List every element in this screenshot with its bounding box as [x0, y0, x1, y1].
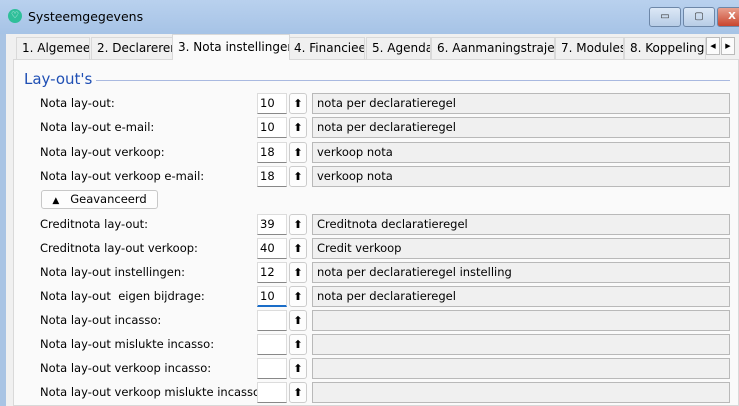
- field-label: Nota lay-out verkoop:: [40, 145, 165, 159]
- lookup-button[interactable]: ⬆: [289, 382, 307, 403]
- field-label: Nota lay-out verkoop mislukte incasso:: [40, 385, 264, 399]
- tab-agenda[interactable]: 5. Agenda: [366, 37, 431, 59]
- layout-description-field: [312, 310, 730, 331]
- layout-row: Nota lay-out verkoop mislukte incasso: ⬆: [0, 382, 739, 404]
- field-label: Nota lay-out instellingen:: [40, 265, 186, 279]
- advanced-toggle-button[interactable]: ▲ Geavanceerd: [41, 190, 158, 209]
- layout-description-field: verkoop nota: [312, 166, 730, 187]
- tab-bar: 1. Algemeen 2. Declareren 3. Nota instel…: [13, 34, 739, 60]
- lookup-button[interactable]: ⬆: [289, 93, 307, 114]
- field-label: Creditnota lay-out verkoop:: [40, 241, 198, 255]
- layout-number-input[interactable]: 10: [257, 286, 287, 307]
- lookup-button[interactable]: ⬆: [289, 238, 307, 259]
- close-button[interactable]: X: [717, 7, 739, 27]
- arrow-up-icon: ⬆: [293, 218, 303, 231]
- layout-number-input[interactable]: [257, 334, 287, 355]
- lookup-button[interactable]: ⬆: [289, 286, 307, 307]
- tab-aanmaningstraject[interactable]: 6. Aanmaningstraject: [431, 37, 555, 59]
- arrow-up-icon: ⬆: [293, 266, 303, 279]
- field-label: Nota lay-out e-mail:: [40, 120, 155, 134]
- layout-row: Nota lay-out verkoop e-mail: 18 ⬆ verkoo…: [0, 166, 739, 188]
- tab-scroll-left-button[interactable]: ◀: [706, 37, 720, 55]
- arrow-up-icon: ⬆: [293, 338, 303, 351]
- arrow-up-icon: ⬆: [293, 386, 303, 399]
- layout-number-input[interactable]: [257, 382, 287, 403]
- tab-algemeen[interactable]: 1. Algemeen: [16, 37, 90, 59]
- field-label: Nota lay-out:: [40, 96, 115, 110]
- layout-number-input[interactable]: [257, 358, 287, 379]
- layout-number-input[interactable]: 12: [257, 262, 287, 283]
- field-label: Nota lay-out eigen bijdrage:: [40, 289, 205, 303]
- layout-row: Creditnota lay-out: 39 ⬆ Creditnota decl…: [0, 214, 739, 236]
- layout-description-field: [312, 358, 730, 379]
- field-label: Creditnota lay-out:: [40, 217, 149, 231]
- layout-row: Nota lay-out instellingen: 12 ⬆ nota per…: [0, 262, 739, 284]
- tab-koppelingen[interactable]: 8. Koppelingen: [624, 37, 706, 59]
- section-divider: [96, 80, 730, 81]
- layout-description-field: nota per declaratieregel: [312, 286, 730, 307]
- layout-row: Nota lay-out e-mail: 10 ⬆ nota per decla…: [0, 117, 739, 139]
- lookup-button[interactable]: ⬆: [289, 166, 307, 187]
- tab-nota-instellingen[interactable]: 3. Nota instellingen: [172, 34, 290, 60]
- lookup-button[interactable]: ⬆: [289, 334, 307, 355]
- layout-description-field: nota per declaratieregel instelling: [312, 262, 730, 283]
- layout-description-field: Creditnota declaratieregel: [312, 214, 730, 235]
- layout-description-field: [312, 382, 730, 403]
- arrow-up-icon: ⬆: [293, 314, 303, 327]
- arrow-up-icon: ⬆: [293, 170, 303, 183]
- layout-number-input[interactable]: 39: [257, 214, 287, 235]
- layout-description-field: [312, 334, 730, 355]
- advanced-button-label: Geavanceerd: [70, 192, 147, 206]
- layout-row: Nota lay-out incasso: ⬆: [0, 310, 739, 332]
- lookup-button[interactable]: ⬆: [289, 117, 307, 138]
- layout-row: Nota lay-out mislukte incasso: ⬆: [0, 334, 739, 356]
- tab-financieel[interactable]: 4. Financieel: [288, 37, 365, 59]
- layout-number-input[interactable]: 40: [257, 238, 287, 259]
- layout-row: Nota lay-out verkoop: 18 ⬆ verkoop nota: [0, 142, 739, 164]
- field-label: Nota lay-out verkoop incasso:: [40, 361, 212, 375]
- layout-number-input[interactable]: 18: [257, 142, 287, 163]
- window-title: Systeemgegevens: [28, 9, 144, 24]
- lookup-button[interactable]: ⬆: [289, 310, 307, 331]
- layout-description-field: verkoop nota: [312, 142, 730, 163]
- title-bar: ♡ Systeemgegevens ▭ ▢ X: [0, 0, 739, 34]
- layout-number-input[interactable]: [257, 310, 287, 331]
- tab-scroll-right-button[interactable]: ▶: [721, 37, 735, 55]
- lookup-button[interactable]: ⬆: [289, 358, 307, 379]
- arrow-up-icon: ⬆: [293, 362, 303, 375]
- tab-declareren[interactable]: 2. Declareren: [91, 37, 175, 59]
- arrow-up-icon: ⬆: [293, 121, 303, 134]
- layout-description-field: nota per declaratieregel: [312, 93, 730, 114]
- arrow-up-icon: ⬆: [293, 97, 303, 110]
- field-label: Nota lay-out incasso:: [40, 313, 162, 327]
- layout-number-input[interactable]: 10: [257, 117, 287, 138]
- app-logo-icon: ♡: [8, 9, 22, 23]
- layout-description-field: Credit verkoop: [312, 238, 730, 259]
- lookup-button[interactable]: ⬆: [289, 214, 307, 235]
- layout-row: Creditnota lay-out verkoop: 40 ⬆ Credit …: [0, 238, 739, 260]
- arrow-up-icon: ⬆: [293, 242, 303, 255]
- layout-row: Nota lay-out eigen bijdrage: 10 ⬆ nota p…: [0, 286, 739, 308]
- minimize-button[interactable]: ▭: [649, 7, 681, 27]
- lookup-button[interactable]: ⬆: [289, 262, 307, 283]
- tab-modules[interactable]: 7. Modules: [555, 37, 624, 59]
- section-title: Lay-out's: [24, 70, 93, 88]
- field-label: Nota lay-out mislukte incasso:: [40, 337, 215, 351]
- layout-row: Nota lay-out: 10 ⬆ nota per declaratiere…: [0, 93, 739, 115]
- chevron-up-icon: ▲: [52, 196, 60, 206]
- maximize-button[interactable]: ▢: [683, 7, 715, 27]
- layout-number-input[interactable]: 10: [257, 93, 287, 114]
- arrow-up-icon: ⬆: [293, 290, 303, 303]
- arrow-up-icon: ⬆: [293, 146, 303, 159]
- lookup-button[interactable]: ⬆: [289, 142, 307, 163]
- layout-description-field: nota per declaratieregel: [312, 117, 730, 138]
- layout-number-input[interactable]: 18: [257, 166, 287, 187]
- layout-row: Nota lay-out verkoop incasso: ⬆: [0, 358, 739, 380]
- field-label: Nota lay-out verkoop e-mail:: [40, 169, 205, 183]
